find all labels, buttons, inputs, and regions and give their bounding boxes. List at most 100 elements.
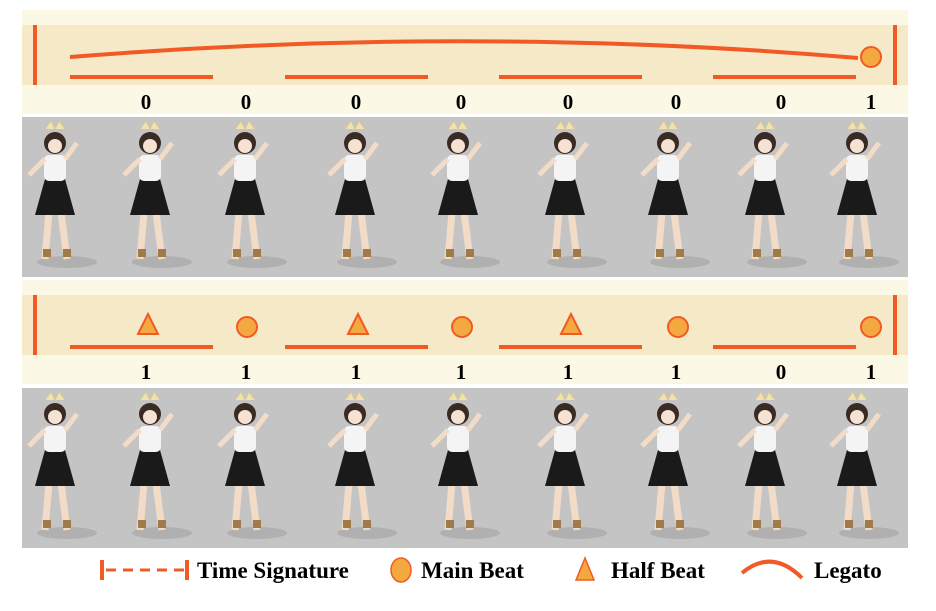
main-beat-marker (236, 316, 258, 338)
character-face (238, 139, 252, 153)
character-sock (233, 249, 241, 257)
beat-value: 1 (671, 360, 682, 384)
character-shirt (234, 426, 256, 452)
character-sock (753, 249, 761, 257)
character-face (451, 410, 465, 424)
character-sock (446, 520, 454, 528)
beat-value: 0 (456, 90, 467, 114)
beat-value: 0 (563, 90, 574, 114)
character-face (558, 139, 572, 153)
character-sock (573, 249, 581, 257)
beat-value: 1 (351, 360, 362, 384)
character-shirt (447, 155, 469, 181)
beat-value: 1 (563, 360, 574, 384)
beat-value: 0 (351, 90, 362, 114)
character-face (661, 410, 675, 424)
character-sock (773, 520, 781, 528)
character-sock (43, 520, 51, 528)
character-face (348, 139, 362, 153)
character-sock (553, 520, 561, 528)
character-sock (363, 520, 371, 528)
character-face (238, 410, 252, 424)
character-shirt (657, 426, 679, 452)
legend-half-beat-label: Half Beat (611, 558, 705, 583)
character-shirt (344, 426, 366, 452)
character-shirt (657, 155, 679, 181)
character-sock (158, 249, 166, 257)
character-sock (676, 249, 684, 257)
character-face (850, 410, 864, 424)
character-sock (466, 520, 474, 528)
character-face (758, 410, 772, 424)
character-face (661, 139, 675, 153)
character-face (143, 410, 157, 424)
character-sock (253, 249, 261, 257)
character-sock (158, 520, 166, 528)
character-sock (676, 520, 684, 528)
beat-value: 0 (241, 90, 252, 114)
beat-value: 1 (241, 360, 252, 384)
legend-time-signature-label: Time Signature (197, 558, 349, 583)
character-shirt (447, 426, 469, 452)
beat-diagram: 0 0 0 0 0 0 0 1 1 1 1 1 1 1 0 1 Time Signature Main Beat H… (0, 0, 936, 611)
character-sock (656, 249, 664, 257)
character-shirt (754, 155, 776, 181)
main-beat-marker (860, 316, 882, 338)
character-shirt (846, 155, 868, 181)
character-shirt (554, 155, 576, 181)
character-sock (43, 249, 51, 257)
character-sock (753, 520, 761, 528)
character-sock (553, 249, 561, 257)
character-sock (446, 249, 454, 257)
character-face (348, 410, 362, 424)
legend-legato-label: Legato (814, 558, 882, 583)
legend-main-beat-label: Main Beat (421, 558, 524, 583)
character-sock (363, 249, 371, 257)
character-sock (656, 520, 664, 528)
character-shirt (846, 426, 868, 452)
character-face (850, 139, 864, 153)
beat-value: 1 (456, 360, 467, 384)
main-beat-marker (667, 316, 689, 338)
beat-value: 0 (141, 90, 152, 114)
main-beat-marker (451, 316, 473, 338)
character-sock (138, 520, 146, 528)
character-sock (865, 520, 873, 528)
beat-value: 0 (776, 360, 787, 384)
character-sock (573, 520, 581, 528)
character-sock (233, 520, 241, 528)
character-sock (865, 249, 873, 257)
character-sock (845, 520, 853, 528)
main-beat-marker (860, 46, 882, 68)
character-sock (253, 520, 261, 528)
beat-value: 0 (671, 90, 682, 114)
beat-value: 1 (866, 360, 877, 384)
legend-legato-icon (740, 559, 804, 580)
character-face (48, 139, 62, 153)
character-sock (63, 520, 71, 528)
character-sock (138, 249, 146, 257)
legend-half-beat-icon (574, 556, 596, 581)
character-shirt (754, 426, 776, 452)
character-sock (845, 249, 853, 257)
diagram-canvas: 0 0 0 0 0 0 0 1 1 1 1 1 1 1 0 1 Time Signature Main Beat H… (22, 10, 908, 583)
character-face (758, 139, 772, 153)
character-face (558, 410, 572, 424)
character-shirt (44, 155, 66, 181)
character-shirt (234, 155, 256, 181)
legend-main-beat-icon (390, 557, 412, 583)
character-shirt (139, 155, 161, 181)
character-sock (343, 520, 351, 528)
beat-value: 0 (776, 90, 787, 114)
character-sock (343, 249, 351, 257)
character-sock (466, 249, 474, 257)
character-sock (773, 249, 781, 257)
character-shirt (344, 155, 366, 181)
character-shirt (554, 426, 576, 452)
character-shirt (44, 426, 66, 452)
character-face (143, 139, 157, 153)
character-sock (63, 249, 71, 257)
character-face (48, 410, 62, 424)
beat-value: 1 (866, 90, 877, 114)
beat-value: 1 (141, 360, 152, 384)
